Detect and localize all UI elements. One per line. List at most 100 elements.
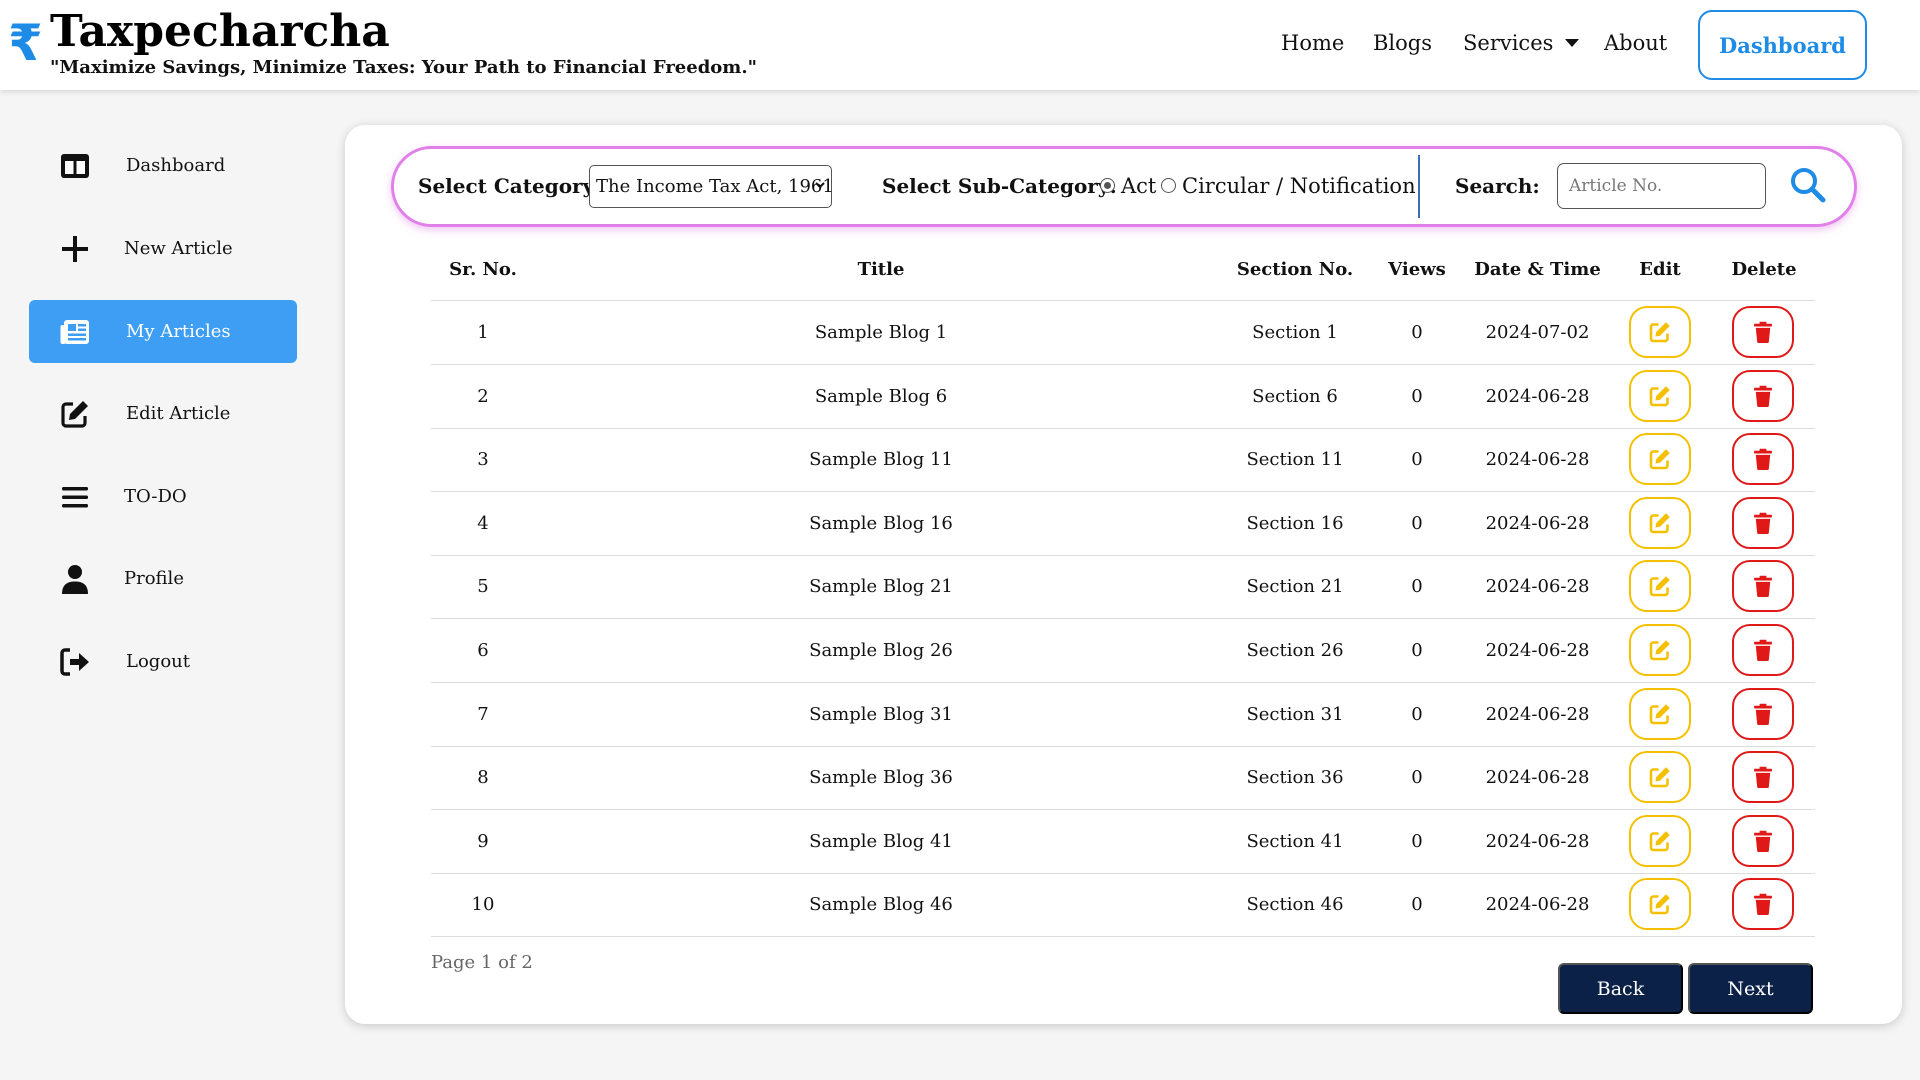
- sidebar-item-my-articles[interactable]: My Articles: [29, 300, 297, 363]
- table-row: 2 Sample Blog 6 Section 6 0 2024-06-28: [431, 365, 1815, 429]
- trash-icon: [1754, 512, 1772, 534]
- sidebar-item-label: My Articles: [126, 321, 231, 342]
- cell-section-no: Section 36: [1246, 767, 1344, 789]
- edit-icon: [1649, 322, 1670, 343]
- page-info: Page 1 of 2: [431, 952, 533, 973]
- table-row: 6 Sample Blog 26 Section 26 0 2024-06-28: [431, 619, 1815, 683]
- cell-date: 2024-06-28: [1485, 512, 1590, 534]
- delete-button[interactable]: [1732, 496, 1794, 549]
- category-label: Select Category:: [418, 174, 602, 198]
- cell-date: 2024-06-28: [1485, 576, 1590, 598]
- edit-button[interactable]: [1629, 751, 1691, 804]
- nav-about[interactable]: About: [1604, 28, 1667, 58]
- cell-title: Sample Blog 31: [809, 703, 953, 725]
- logout-icon: [60, 648, 89, 676]
- cell-sr-no: 4: [477, 512, 489, 534]
- edit-button[interactable]: [1629, 306, 1691, 358]
- table-row: 1 Sample Blog 1 Section 1 0 2024-07-02: [431, 301, 1815, 365]
- sidebar-item-label: Dashboard: [126, 155, 226, 176]
- search-input[interactable]: [1557, 163, 1766, 209]
- plus-icon: [62, 236, 88, 262]
- dashboard-button[interactable]: Dashboard: [1698, 10, 1867, 80]
- col-header-title: Title: [857, 259, 905, 280]
- trash-icon: [1754, 894, 1772, 916]
- cell-section-no: Section 21: [1246, 576, 1344, 598]
- cell-date: 2024-07-02: [1485, 322, 1590, 343]
- cell-date: 2024-06-28: [1485, 449, 1590, 471]
- sidebar-item-todo[interactable]: TO-DO: [29, 465, 297, 528]
- radio-act[interactable]: [1100, 178, 1115, 193]
- cell-date: 2024-06-28: [1485, 703, 1590, 725]
- trash-icon: [1754, 766, 1772, 789]
- trash-icon: [1754, 576, 1772, 598]
- next-button[interactable]: Next: [1688, 963, 1813, 1014]
- cell-date: 2024-06-28: [1485, 894, 1590, 916]
- cell-title: Sample Blog 6: [814, 385, 948, 407]
- edit-button[interactable]: [1629, 433, 1691, 486]
- brand-tagline: "Maximize Savings, Minimize Taxes: Your …: [50, 57, 757, 78]
- top-header: ₹ Taxpecharcha "Maximize Savings, Minimi…: [0, 0, 1920, 90]
- back-button[interactable]: Back: [1558, 963, 1683, 1014]
- cell-title: Sample Blog 16: [809, 512, 953, 534]
- delete-button[interactable]: [1732, 560, 1794, 613]
- brand-name[interactable]: Taxpecharcha: [50, 4, 390, 60]
- delete-button[interactable]: [1732, 814, 1794, 867]
- cell-sr-no: 9: [477, 830, 489, 852]
- edit-icon: [61, 401, 88, 428]
- cell-sr-no: 2: [477, 385, 489, 407]
- delete-button[interactable]: [1732, 687, 1794, 740]
- edit-button[interactable]: [1629, 560, 1691, 613]
- trash-icon: [1754, 639, 1772, 661]
- edit-icon: [1649, 703, 1670, 724]
- columns-icon: [61, 154, 89, 178]
- trash-icon: [1754, 448, 1772, 471]
- sidebar-item-label: Edit Article: [126, 403, 231, 424]
- edit-icon: [1649, 576, 1670, 597]
- cell-date: 2024-06-28: [1485, 767, 1590, 789]
- edit-button[interactable]: [1629, 496, 1691, 549]
- cell-sr-no: 8: [477, 767, 489, 789]
- edit-button[interactable]: [1629, 687, 1691, 740]
- search-icon[interactable]: [1789, 166, 1827, 204]
- category-select[interactable]: The Income Tax Act, 1961: [589, 165, 834, 208]
- edit-button[interactable]: [1629, 624, 1691, 676]
- trash-icon: [1754, 385, 1772, 407]
- sidebar-item-new-article[interactable]: New Article: [29, 217, 297, 280]
- newspaper-icon: [60, 320, 89, 344]
- delete-button[interactable]: [1732, 369, 1794, 422]
- cell-title: Sample Blog 36: [809, 767, 953, 789]
- cell-section-no: Section 16: [1246, 512, 1344, 534]
- table-row: 3 Sample Blog 11 Section 11 0 2024-06-28: [431, 428, 1815, 493]
- nav-home[interactable]: Home: [1281, 28, 1344, 58]
- delete-button[interactable]: [1732, 751, 1794, 804]
- nav-services-label: Services: [1463, 31, 1554, 55]
- cell-section-no: Section 11: [1246, 449, 1344, 471]
- edit-button[interactable]: [1629, 814, 1691, 867]
- delete-button[interactable]: [1732, 433, 1794, 486]
- nav-services[interactable]: Services: [1463, 28, 1580, 58]
- cell-sr-no: 7: [477, 703, 489, 725]
- edit-button[interactable]: [1629, 369, 1691, 422]
- trash-icon: [1754, 830, 1772, 852]
- cell-sr-no: 6: [477, 640, 489, 661]
- table-row: 4 Sample Blog 16 Section 16 0 2024-06-28: [431, 492, 1815, 556]
- edit-button[interactable]: [1629, 878, 1691, 931]
- edit-icon: [1649, 767, 1670, 788]
- sidebar-item-edit-article[interactable]: Edit Article: [29, 382, 297, 445]
- sidebar-item-profile[interactable]: Profile: [29, 547, 297, 610]
- sidebar-item-dashboard[interactable]: Dashboard: [29, 134, 297, 197]
- delete-button[interactable]: [1732, 306, 1794, 358]
- cell-sr-no: 5: [477, 576, 489, 598]
- cell-views: 0: [1411, 576, 1423, 598]
- delete-button[interactable]: [1732, 624, 1794, 676]
- nav-blogs[interactable]: Blogs: [1373, 28, 1432, 58]
- cell-views: 0: [1411, 703, 1423, 725]
- radio-circular-notification[interactable]: [1161, 178, 1176, 193]
- delete-button[interactable]: [1732, 878, 1794, 931]
- table-row: 5 Sample Blog 21 Section 21 0 2024-06-28: [431, 555, 1815, 620]
- filter-divider: [1418, 155, 1420, 218]
- user-icon: [62, 565, 88, 594]
- cell-section-no: Section 46: [1246, 894, 1344, 916]
- rupee-logo-icon: ₹: [8, 14, 43, 72]
- sidebar-item-logout[interactable]: Logout: [29, 630, 297, 693]
